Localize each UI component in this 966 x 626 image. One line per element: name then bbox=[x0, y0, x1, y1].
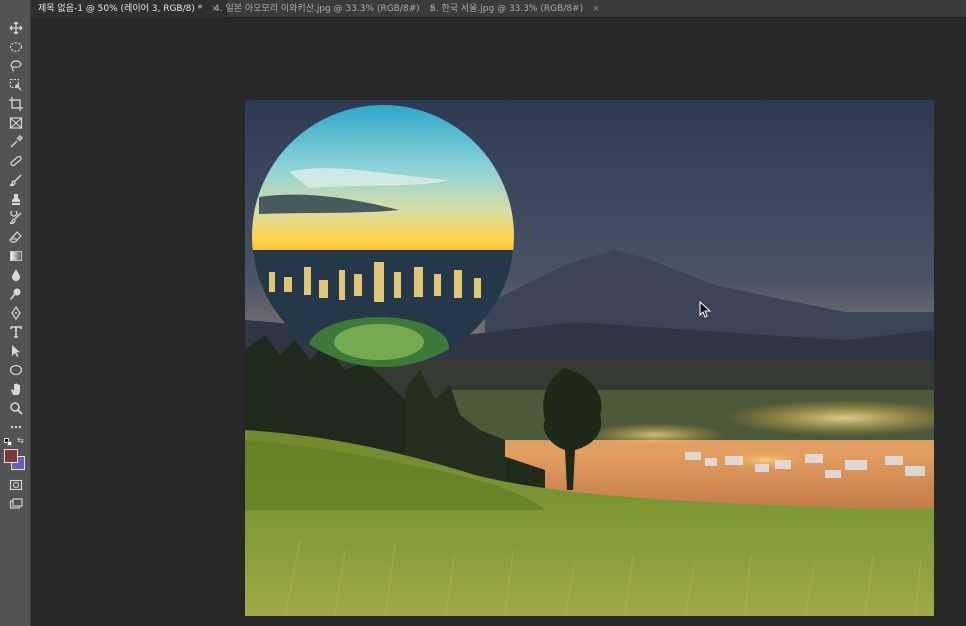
quick-mask-icon bbox=[9, 479, 22, 491]
healing-brush-icon bbox=[9, 155, 22, 167]
photoshop-window: 제목 없음-1 @ 50% (레이어 3, RGB/8) * × 4. 일본 아… bbox=[0, 0, 966, 626]
eraser-icon bbox=[8, 231, 22, 243]
gradient-icon bbox=[9, 251, 22, 261]
blur-drop-icon bbox=[11, 269, 20, 281]
pen-tool[interactable] bbox=[5, 305, 26, 321]
eyedropper-icon bbox=[10, 135, 23, 148]
type-icon bbox=[9, 326, 22, 338]
history-brush-icon bbox=[9, 211, 21, 225]
ellipse-marquee-icon bbox=[9, 42, 22, 52]
ellipse-tool[interactable] bbox=[5, 362, 26, 378]
close-icon[interactable]: × bbox=[592, 0, 600, 18]
eyedropper-tool[interactable] bbox=[5, 134, 26, 150]
zoom-icon bbox=[9, 402, 23, 415]
zoom-tool[interactable] bbox=[5, 400, 26, 416]
more-tools[interactable] bbox=[5, 419, 26, 435]
tab-label: 4. 일본 아오모리 이와키산.jpg @ 33.3% (RGB/8#) bbox=[214, 4, 420, 14]
ellipse-marquee-tool[interactable] bbox=[5, 39, 26, 55]
brush-icon bbox=[9, 174, 21, 187]
lasso-icon bbox=[10, 60, 21, 72]
healing-brush-tool[interactable] bbox=[5, 153, 26, 169]
ellipse-shape-icon bbox=[9, 364, 22, 376]
tab-label: 제목 없음-1 @ 50% (레이어 3, RGB/8) * bbox=[38, 4, 203, 14]
tab-korea-seoul[interactable]: 5. 한국 서울.jpg @ 33.3% (RGB/8#) × bbox=[423, 0, 607, 18]
object-selection-icon bbox=[9, 78, 21, 91]
tab-label: 5. 한국 서울.jpg @ 33.3% (RGB/8#) bbox=[430, 4, 584, 14]
gradient-tool[interactable] bbox=[5, 248, 26, 264]
eraser-tool[interactable] bbox=[5, 229, 26, 245]
dodge-icon bbox=[9, 288, 20, 300]
more-icon bbox=[10, 425, 21, 429]
default-colors-icon[interactable] bbox=[4, 438, 12, 446]
crop-icon bbox=[8, 97, 23, 111]
path-selection-tool[interactable] bbox=[5, 343, 26, 359]
type-tool[interactable] bbox=[5, 324, 26, 340]
clone-stamp-tool[interactable] bbox=[5, 191, 26, 207]
tab-aomori-iwaki[interactable]: 4. 일본 아오모리 이와키산.jpg @ 33.3% (RGB/8#) × bbox=[207, 0, 443, 18]
screen-mode-icon bbox=[9, 498, 23, 509]
blur-tool[interactable] bbox=[5, 267, 26, 283]
frame-icon bbox=[9, 117, 22, 129]
quick-mask-tool[interactable] bbox=[5, 477, 26, 493]
move-cursor-icon bbox=[699, 300, 715, 319]
frame-tool[interactable] bbox=[5, 115, 26, 131]
lasso-tool[interactable] bbox=[5, 58, 26, 74]
screen-mode-tool[interactable] bbox=[5, 496, 26, 512]
document-canvas[interactable] bbox=[245, 100, 934, 616]
move-tool[interactable] bbox=[5, 20, 26, 36]
stamp-icon bbox=[11, 194, 20, 205]
brush-tool[interactable] bbox=[5, 172, 26, 188]
hand-icon bbox=[10, 383, 20, 395]
foreground-color-swatch[interactable] bbox=[4, 449, 18, 463]
hand-tool[interactable] bbox=[5, 381, 26, 397]
pen-icon bbox=[10, 306, 21, 320]
swap-colors-icon[interactable]: ⇆ bbox=[17, 437, 24, 445]
tab-untitled-1[interactable]: 제목 없음-1 @ 50% (레이어 3, RGB/8) * × bbox=[31, 0, 227, 18]
tools-panel: ⇆ bbox=[0, 0, 31, 626]
document-tab-bar: 제목 없음-1 @ 50% (레이어 3, RGB/8) * × 4. 일본 아… bbox=[31, 0, 966, 18]
object-selection-tool[interactable] bbox=[5, 77, 26, 93]
move-icon bbox=[9, 21, 22, 35]
composite-photo bbox=[245, 100, 934, 616]
dodge-tool[interactable] bbox=[5, 286, 26, 302]
crop-tool[interactable] bbox=[5, 96, 26, 112]
history-brush-tool[interactable] bbox=[5, 210, 26, 226]
path-selection-icon bbox=[11, 345, 20, 357]
